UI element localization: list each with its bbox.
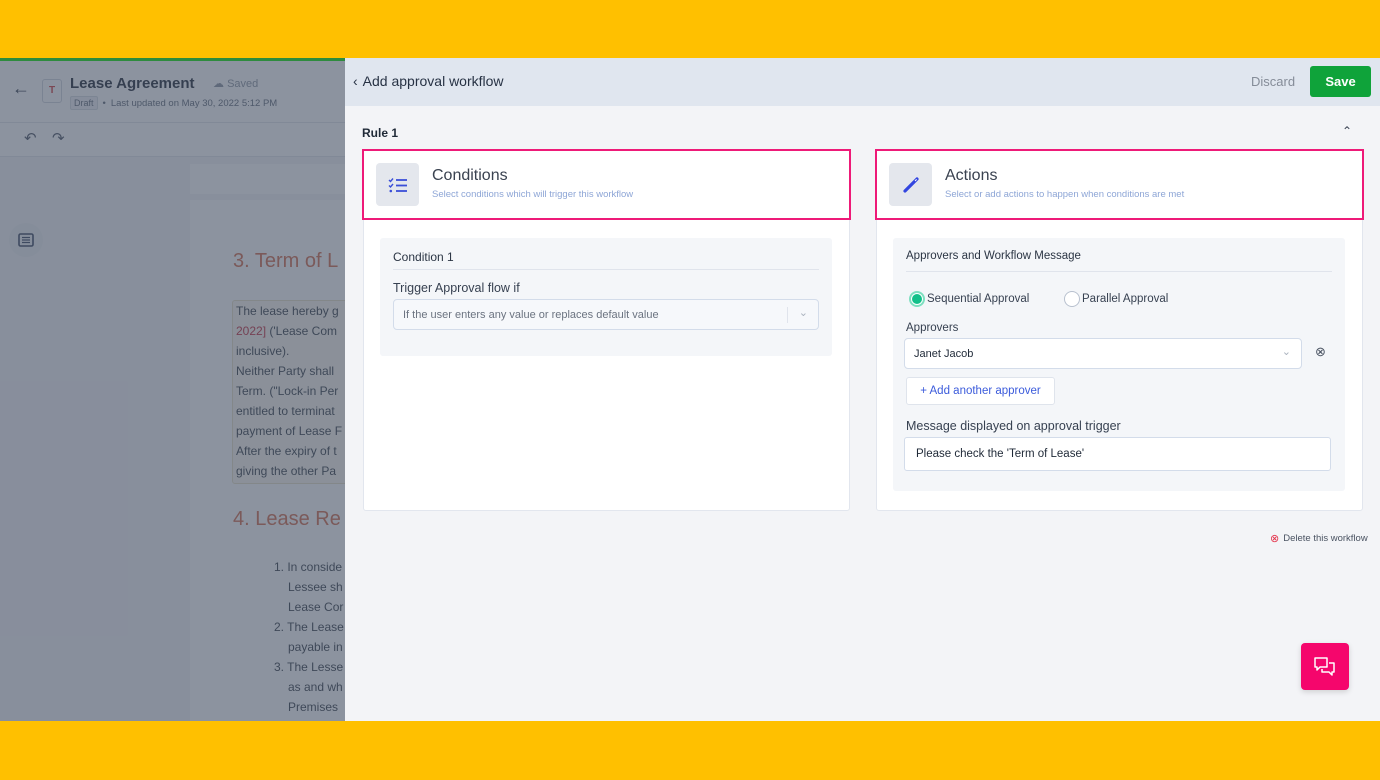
delete-workflow-label: Delete this workflow (1283, 533, 1368, 544)
actions-header: Actions Select or add actions to happen … (875, 149, 1364, 220)
message-input[interactable]: Please check the 'Term of Lease' (904, 437, 1331, 471)
modal-overlay[interactable] (0, 58, 345, 721)
radio-label: Sequential Approval (927, 293, 1030, 305)
chevron-left-icon: ‹ (353, 73, 358, 89)
approvers-label: Approvers (906, 322, 959, 334)
trigger-label: Trigger Approval flow if (393, 281, 520, 295)
radio-sequential-approval[interactable]: Sequential Approval (909, 291, 1029, 307)
condition-title: Condition 1 (393, 250, 454, 264)
approver-select-value: Janet Jacob (914, 347, 974, 360)
radio-label: Parallel Approval (1082, 293, 1169, 305)
add-approver-button[interactable]: + Add another approver (906, 377, 1055, 405)
radio-selected-icon (909, 291, 925, 307)
conditions-header: Conditions Select conditions which will … (362, 149, 851, 220)
select-separator (787, 307, 788, 323)
conditions-title: Conditions (432, 167, 508, 184)
chevron-down-icon: ⌄ (798, 307, 808, 319)
rule-label: Rule 1 (362, 126, 399, 140)
save-button[interactable]: Save (1310, 66, 1371, 97)
approvers-block: Approvers and Workflow Message Sequentia… (893, 238, 1345, 491)
chevron-up-icon[interactable]: ⌃ (1342, 124, 1352, 138)
radio-unselected-icon (1064, 291, 1080, 307)
discard-button[interactable]: Discard (1251, 74, 1295, 89)
panel-title: Add approval workflow (362, 73, 504, 89)
chat-button[interactable] (1301, 643, 1349, 690)
pencil-icon (889, 163, 932, 206)
progress-line (0, 58, 345, 61)
remove-approver-icon[interactable]: ⊗ (1315, 344, 1326, 360)
checklist-icon (376, 163, 419, 206)
trigger-select-value: If the user enters any value or replaces… (403, 308, 659, 321)
approvers-section-title: Approvers and Workflow Message (906, 250, 1081, 262)
message-label: Message displayed on approval trigger (906, 419, 1121, 433)
divider (393, 269, 819, 270)
close-circle-icon: ⊗ (1270, 533, 1280, 545)
panel-header: ‹ Add approval workflow Discard Save (345, 58, 1380, 106)
divider (906, 271, 1332, 272)
approval-workflow-panel: ‹ Add approval workflow Discard Save Rul… (345, 58, 1380, 721)
delete-workflow-link[interactable]: ⊗ Delete this workflow (1270, 532, 1368, 545)
conditions-subtitle: Select conditions which will trigger thi… (432, 189, 634, 200)
actions-title: Actions (945, 167, 998, 184)
actions-subtitle: Select or add actions to happen when con… (945, 189, 1185, 200)
app-window: ← T Lease Agreement ☁ Saved Draft • Last… (0, 58, 1380, 721)
back-button[interactable]: ‹ Add approval workflow (353, 73, 504, 89)
radio-parallel-approval[interactable]: Parallel Approval (1064, 291, 1168, 307)
condition-block: Condition 1 Trigger Approval flow if If … (380, 238, 832, 356)
chevron-down-icon: ⌄ (1281, 346, 1291, 358)
approver-select[interactable]: Janet Jacob ⌄ (904, 338, 1302, 369)
chat-icon (1314, 656, 1335, 676)
document-editor: ← T Lease Agreement ☁ Saved Draft • Last… (0, 58, 345, 721)
trigger-select[interactable]: If the user enters any value or replaces… (393, 299, 819, 330)
